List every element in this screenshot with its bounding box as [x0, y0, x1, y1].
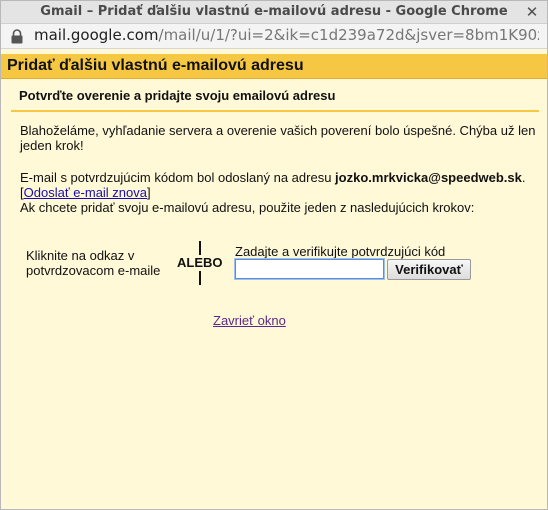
success-message: Blahoželáme, vyhľadanie servera a overen… [20, 123, 535, 153]
or-divider-bottom [199, 271, 201, 285]
option-link-line-1: Kliknite na odkaz v [26, 248, 135, 263]
verification-code-input[interactable] [234, 258, 385, 280]
chrome-popup-window: Gmail – Pridať ďalšiu vlastnú e-mailovú … [0, 0, 548, 510]
dialog-title: Pridať ďalšiu vlastnú e-mailovú adresu [7, 57, 304, 74]
option-link-line-2: potvrdzovacom e-maile [26, 263, 161, 278]
sent-email: jozko.mrkvicka@speedweb.sk [335, 170, 522, 185]
sent-message: E-mail s potvrdzujúcim kódom bol odoslan… [20, 170, 526, 215]
url-path: /mail/u/1/?ui=2&ik=c1d239a72d&jsver=8bm1… [158, 26, 539, 44]
close-window-wrapper: Zavrieť okno [213, 313, 286, 328]
resend-line: [Odoslať e-mail znova] [20, 185, 526, 200]
url-host: mail.google.com [34, 26, 159, 44]
lock-icon [11, 29, 23, 44]
subheader-text: Potvrďte overenie a pridajte svoju email… [19, 88, 336, 103]
close-window-link[interactable]: Zavrieť okno [213, 313, 286, 328]
sent-line: E-mail s potvrdzujúcim kódom bol odoslan… [20, 170, 526, 185]
success-line-2: jeden krok! [20, 138, 84, 153]
success-line-1: Blahoželáme, vyhľadanie servera a overen… [20, 123, 536, 138]
sent-suffix: . [521, 170, 526, 185]
address-bar[interactable]: mail.google.com/mail/u/1/?ui=2&ik=c1d239… [1, 24, 547, 49]
url-text[interactable]: mail.google.com/mail/u/1/?ui=2&ik=c1d239… [34, 26, 539, 44]
sent-prefix: E-mail s potvrdzujúcim kódom bol odoslan… [20, 170, 336, 185]
bracket-close: ] [147, 185, 151, 200]
code-label: Zadajte a verifikujte potvrdzujúci kód [235, 244, 446, 259]
window-title: Gmail – Pridať ďalšiu vlastnú e-mailovú … [40, 4, 508, 19]
window-titlebar[interactable]: Gmail – Pridať ďalšiu vlastnú e-mailovú … [1, 1, 547, 24]
or-divider-top [199, 241, 201, 255]
verify-button[interactable]: Verifikovať [387, 259, 471, 280]
resend-email-link[interactable]: Odoslať e-mail znova [24, 185, 147, 200]
option-click-link: Kliknite na odkaz v potvrdzovacom e-mail… [26, 248, 160, 278]
close-icon[interactable]: ✕ [523, 3, 541, 21]
dialog-subheader: Potvrďte overenie a pridajte svoju email… [11, 84, 539, 112]
choose-step-text: Ak chcete pridať svoju e-mailovú adresu,… [20, 200, 475, 215]
or-label: ALEBO [177, 255, 223, 270]
dialog-header: Pridať ďalšiu vlastnú e-mailovú adresu [1, 54, 547, 79]
